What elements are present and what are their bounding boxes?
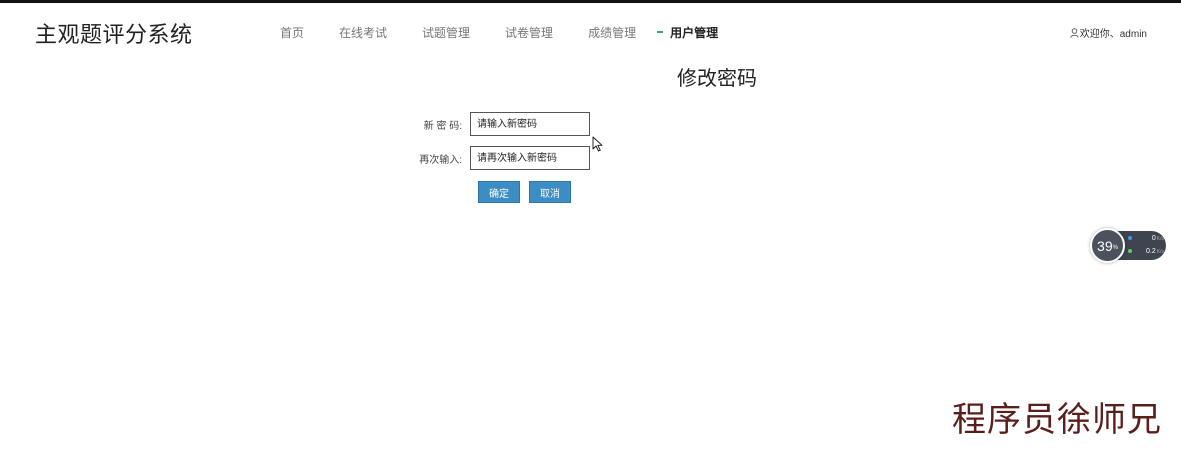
new-password-label: 新 密 码:	[423, 120, 462, 132]
main-nav: 首页 在线考试 试题管理 试卷管理 成绩管理 用户管理	[280, 24, 753, 40]
nav-item-score-management[interactable]: 成绩管理	[588, 24, 636, 41]
new-password-row: 新 密 码:	[400, 112, 590, 136]
nav-item-home[interactable]: 首页	[280, 24, 304, 41]
user-icon	[1070, 27, 1079, 38]
page-title: 修改密码	[677, 68, 757, 90]
app-title: 主观题评分系统	[35, 22, 193, 47]
upload-value: 0	[1151, 235, 1156, 242]
nav-item-label: 试卷管理	[505, 25, 554, 40]
speed-unit: K/s	[1156, 235, 1164, 242]
nav-item-label: 成绩管理	[588, 25, 637, 40]
active-marker	[657, 31, 664, 33]
network-monitor-widget[interactable]: 39% 0 K/s 0.2 K/s	[1090, 228, 1166, 263]
user-greeting[interactable]: 欢迎你、admin	[1070, 25, 1147, 40]
mouse-cursor-icon	[592, 136, 603, 152]
usage-gauge: 39%	[1090, 228, 1125, 263]
nav-item-label: 首页	[280, 25, 305, 40]
upload-speed: 0 K/s	[1128, 233, 1164, 244]
nav-item-label: 试题管理	[422, 25, 471, 40]
usage-percent: 39	[1097, 237, 1113, 254]
download-value: 0.2	[1146, 248, 1156, 255]
nav-item-label: 在线考试	[339, 25, 388, 40]
confirm-password-label: 再次输入:	[419, 154, 462, 166]
nav-item-online-exam[interactable]: 在线考试	[339, 24, 387, 41]
greeting-text: 欢迎你、admin	[1079, 29, 1147, 40]
upload-arrow-icon	[1128, 236, 1132, 240]
confirm-button[interactable]: 确定	[478, 181, 520, 203]
usage-percent-unit: %	[1112, 245, 1118, 251]
watermark-text: 程序员徐师兄	[952, 400, 1162, 440]
nav-item-label: 用户管理	[670, 25, 719, 40]
speed-unit: K/s	[1156, 248, 1164, 255]
nav-item-question-management[interactable]: 试题管理	[422, 24, 470, 41]
nav-item-paper-management[interactable]: 试卷管理	[505, 24, 553, 41]
download-arrow-icon	[1128, 249, 1132, 253]
download-speed: 0.2 K/s	[1128, 246, 1164, 257]
confirm-password-input[interactable]	[470, 146, 590, 170]
top-strip	[0, 0, 1181, 3]
confirm-password-row: 再次输入:	[400, 146, 590, 170]
nav-item-user-management[interactable]: 用户管理	[657, 24, 718, 41]
new-password-input[interactable]	[470, 112, 590, 136]
cancel-button[interactable]: 取消	[529, 181, 571, 203]
